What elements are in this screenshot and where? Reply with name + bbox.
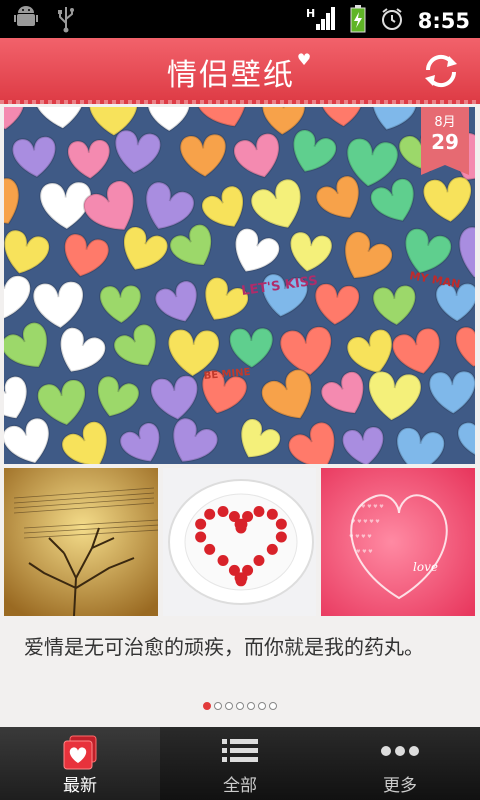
tab-more[interactable]: 更多 <box>320 727 480 800</box>
strawberry <box>234 518 246 530</box>
svg-text:♥ ♥ ♥ ♥: ♥ ♥ ♥ ♥ <box>361 504 384 510</box>
strawberry <box>275 518 287 530</box>
pagination-dot[interactable] <box>269 702 277 710</box>
wallpaper-caption: 爱情是无可治愈的顽疾，而你就是我的药丸。 <box>24 635 424 659</box>
status-bar: H 8:55 <box>0 0 480 38</box>
date-badge: 8月 29 <box>421 107 469 175</box>
pagination-dot[interactable] <box>247 702 255 710</box>
tab-latest[interactable]: 最新 <box>0 727 160 800</box>
svg-text:♥ ♥ ♥ ♥ ♥: ♥ ♥ ♥ ♥ ♥ <box>351 519 380 525</box>
pagination-dot[interactable] <box>203 702 211 710</box>
pagination-dot[interactable] <box>214 702 222 710</box>
refresh-button[interactable] <box>420 50 462 92</box>
list-icon <box>221 735 259 771</box>
strawberry <box>194 531 206 543</box>
tab-more-label: 更多 <box>383 776 417 796</box>
svg-text:♥ ♥ ♥ ♥: ♥ ♥ ♥ ♥ <box>349 534 372 540</box>
love-text: love <box>413 560 438 574</box>
date-day: 29 <box>431 130 459 154</box>
app-title-text: 情侣壁纸 <box>166 58 295 93</box>
title-heart-icon: ♥ <box>296 50 314 69</box>
strawberry <box>228 564 240 576</box>
thumbnail-strip: ♥ ♥ ♥ ♥ ♥ ♥ ♥ ♥ ♥ ♥ ♥ ♥ ♥ ♥ ♥ ♥ love <box>4 468 476 616</box>
bottom-nav: 最新 全部 更多 <box>0 727 480 800</box>
android-debug-icon <box>14 5 38 37</box>
clock-time: 8:55 <box>417 9 470 33</box>
refresh-icon <box>425 54 457 88</box>
pagination-dots <box>0 702 480 710</box>
strawberry <box>194 518 206 530</box>
signal-icon: H <box>306 6 336 36</box>
pagination-dot[interactable] <box>225 702 233 710</box>
strawberry-heart-image <box>162 468 317 616</box>
strawberry <box>266 543 278 555</box>
usb-icon <box>56 5 76 37</box>
candy-hearts-image: LET'S KISS MY MAN BE MINE <box>4 107 475 464</box>
tab-latest-label: 最新 <box>63 776 97 796</box>
strawberry <box>203 543 215 555</box>
date-month: 8月 <box>434 115 456 130</box>
thumbnail-pink-heart[interactable]: ♥ ♥ ♥ ♥ ♥ ♥ ♥ ♥ ♥ ♥ ♥ ♥ ♥ ♥ ♥ ♥ love <box>321 468 476 616</box>
strawberry <box>253 506 265 518</box>
tab-all-label: 全部 <box>223 776 257 796</box>
more-dots-icon <box>379 735 421 771</box>
svg-text:♥ ♥ ♥: ♥ ♥ ♥ <box>356 549 373 555</box>
strawberry <box>253 554 265 566</box>
strawberry <box>217 506 229 518</box>
tab-all[interactable]: 全部 <box>160 727 320 800</box>
vintage-music-image <box>4 468 158 616</box>
thumbnail-vintage-music[interactable] <box>4 468 158 616</box>
heart-pages-icon <box>60 735 100 775</box>
strawberry <box>217 554 229 566</box>
pink-heart-image: ♥ ♥ ♥ ♥ ♥ ♥ ♥ ♥ ♥ ♥ ♥ ♥ ♥ ♥ ♥ ♥ love <box>321 468 476 616</box>
strawberry <box>266 508 278 520</box>
alarm-icon <box>380 7 404 35</box>
svg-text:H: H <box>306 7 315 20</box>
app-title: 情侣壁纸 ♥ <box>0 50 480 94</box>
thumbnail-strawberry-heart[interactable] <box>162 468 317 616</box>
pagination-dot[interactable] <box>236 702 244 710</box>
featured-wallpaper[interactable]: LET'S KISS MY MAN BE MINE 8月 29 <box>4 107 475 464</box>
app-header: 情侣壁纸 ♥ <box>0 38 480 104</box>
strawberry <box>203 508 215 520</box>
strawberry <box>275 531 287 543</box>
battery-charging-icon <box>350 5 366 37</box>
pagination-dot[interactable] <box>258 702 266 710</box>
